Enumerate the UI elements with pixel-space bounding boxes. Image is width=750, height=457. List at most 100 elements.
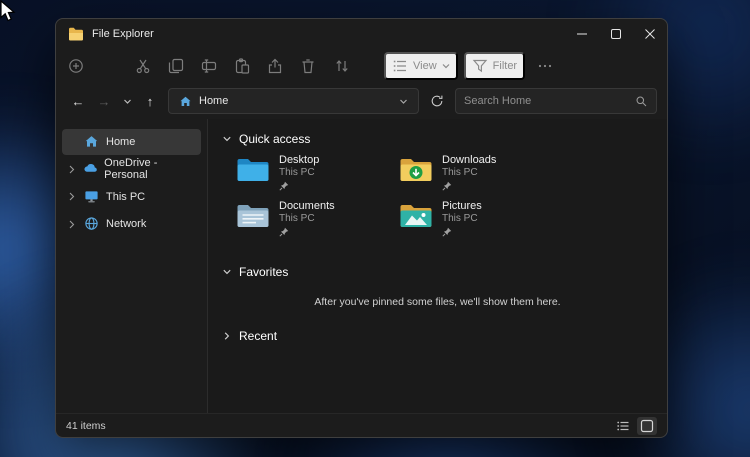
chevron-right-icon[interactable] bbox=[66, 192, 78, 201]
tile-location: This PC bbox=[279, 213, 315, 224]
tile-pictures[interactable]: Pictures This PC bbox=[399, 200, 562, 246]
breadcrumb-location: Home bbox=[199, 95, 229, 107]
search-icon bbox=[636, 96, 647, 106]
tile-text: Documents This PC bbox=[279, 200, 335, 237]
sort-arrows-icon bbox=[336, 60, 348, 72]
copy-icon bbox=[168, 58, 184, 74]
onedrive-cloud-icon bbox=[83, 161, 98, 177]
share-icon bbox=[268, 58, 282, 74]
back-button[interactable]: ← bbox=[66, 89, 90, 113]
recent-locations-button[interactable] bbox=[118, 89, 136, 113]
pin-icon bbox=[279, 227, 289, 237]
chevron-right-icon[interactable] bbox=[66, 165, 77, 174]
chevron-down-icon bbox=[442, 64, 450, 69]
rename-button[interactable] bbox=[193, 52, 225, 80]
content-pane: Quick access Desktop This PC Downloads T… bbox=[208, 119, 667, 413]
sidebar-item-onedrive[interactable]: OneDrive - Personal bbox=[62, 156, 201, 182]
breadcrumb[interactable]: Home bbox=[168, 88, 419, 114]
tile-location: This PC bbox=[442, 213, 478, 224]
titlebar[interactable]: File Explorer bbox=[56, 19, 667, 49]
copy-button[interactable] bbox=[160, 52, 192, 80]
window-body: Home OneDrive - Personal This PC Network… bbox=[56, 119, 667, 413]
close-icon bbox=[645, 29, 655, 39]
filter-button[interactable]: Filter bbox=[463, 52, 526, 80]
back-arrow-icon: ← bbox=[71, 93, 85, 109]
chevron-down-icon bbox=[223, 269, 231, 275]
chevron-right-icon[interactable] bbox=[66, 220, 78, 229]
tile-text: Desktop This PC bbox=[279, 154, 319, 191]
paste-button[interactable] bbox=[226, 52, 258, 80]
file-explorer-window: File Explorer View Filter ← → ↑ Home Sea… bbox=[55, 18, 668, 438]
maximize-icon bbox=[611, 29, 621, 39]
window-title: File Explorer bbox=[92, 28, 154, 40]
up-button[interactable]: ↑ bbox=[138, 89, 162, 113]
refresh-button[interactable] bbox=[425, 89, 449, 113]
delete-trash-icon bbox=[302, 59, 314, 74]
section-label: Favorites bbox=[239, 265, 289, 279]
chevron-down-icon bbox=[123, 99, 131, 104]
tile-name: Pictures bbox=[442, 200, 482, 212]
sort-button[interactable] bbox=[326, 52, 358, 80]
sidebar-item-label: Network bbox=[106, 218, 147, 230]
pin-icon bbox=[442, 181, 452, 191]
tile-downloads[interactable]: Downloads This PC bbox=[399, 154, 562, 200]
sidebar-item-home[interactable]: Home bbox=[62, 128, 201, 155]
section-label: Quick access bbox=[239, 132, 311, 146]
items-count: 41 items bbox=[66, 419, 106, 432]
sidebar-item-network[interactable]: Network bbox=[62, 211, 201, 237]
paste-icon bbox=[235, 58, 250, 74]
details-view-icon bbox=[617, 421, 629, 430]
home-icon bbox=[84, 134, 100, 150]
up-arrow-icon: ↑ bbox=[146, 93, 154, 109]
cut-scissors-icon bbox=[136, 59, 150, 74]
tile-documents[interactable]: Documents This PC bbox=[236, 200, 399, 246]
rename-icon bbox=[201, 59, 217, 73]
documents-folder-icon bbox=[237, 205, 269, 227]
quick-access-grid: Desktop This PC Downloads This PC Docume… bbox=[222, 151, 653, 250]
tile-text: Downloads This PC bbox=[442, 154, 496, 191]
tile-text: Pictures This PC bbox=[442, 200, 482, 237]
breadcrumb-dropdown[interactable] bbox=[399, 97, 408, 106]
section-quick-access[interactable]: Quick access bbox=[222, 127, 653, 151]
refresh-icon bbox=[431, 95, 443, 107]
forward-button[interactable]: → bbox=[92, 89, 116, 113]
monitor-icon bbox=[84, 189, 100, 205]
desktop-wallpaper: File Explorer View Filter ← → ↑ Home Sea… bbox=[0, 0, 750, 457]
pin-icon bbox=[279, 181, 289, 191]
pictures-folder-icon bbox=[400, 205, 432, 227]
tile-name: Documents bbox=[279, 200, 335, 212]
share-button[interactable] bbox=[259, 52, 291, 80]
desktop-folder-icon bbox=[237, 159, 269, 181]
window-controls bbox=[565, 19, 667, 49]
home-icon bbox=[180, 96, 191, 106]
sidebar-item-label: This PC bbox=[106, 190, 146, 203]
chevron-right-icon bbox=[224, 332, 230, 340]
minimize-icon bbox=[577, 33, 587, 35]
close-button[interactable] bbox=[633, 19, 667, 49]
view-button[interactable]: View bbox=[384, 52, 458, 80]
sidebar-item-this-pc[interactable]: This PC bbox=[62, 184, 201, 210]
maximize-button[interactable] bbox=[599, 19, 633, 49]
search-input[interactable] bbox=[464, 95, 635, 107]
chevron-down-icon bbox=[223, 136, 231, 142]
minimize-button[interactable] bbox=[565, 19, 599, 49]
section-recent[interactable]: Recent bbox=[222, 324, 653, 348]
delete-button[interactable] bbox=[292, 52, 324, 80]
view-list-icon bbox=[393, 60, 406, 72]
status-bar: 41 items bbox=[56, 413, 667, 437]
more-dots-icon bbox=[539, 64, 552, 68]
forward-arrow-icon: → bbox=[97, 93, 111, 109]
mouse-cursor-icon bbox=[0, 0, 16, 22]
cut-button[interactable] bbox=[127, 52, 159, 80]
large-icons-view-button[interactable] bbox=[637, 416, 657, 435]
details-view-button[interactable] bbox=[613, 417, 633, 435]
section-favorites[interactable]: Favorites bbox=[222, 260, 653, 284]
tile-name: Desktop bbox=[279, 154, 320, 166]
tile-name: Downloads bbox=[442, 154, 497, 166]
tile-desktop[interactable]: Desktop This PC bbox=[236, 154, 399, 200]
command-toolbar: View Filter bbox=[56, 49, 667, 83]
new-button[interactable] bbox=[60, 52, 92, 80]
more-button[interactable] bbox=[529, 52, 561, 80]
downloads-folder-icon bbox=[400, 159, 432, 181]
filter-label: Filter bbox=[492, 60, 518, 72]
